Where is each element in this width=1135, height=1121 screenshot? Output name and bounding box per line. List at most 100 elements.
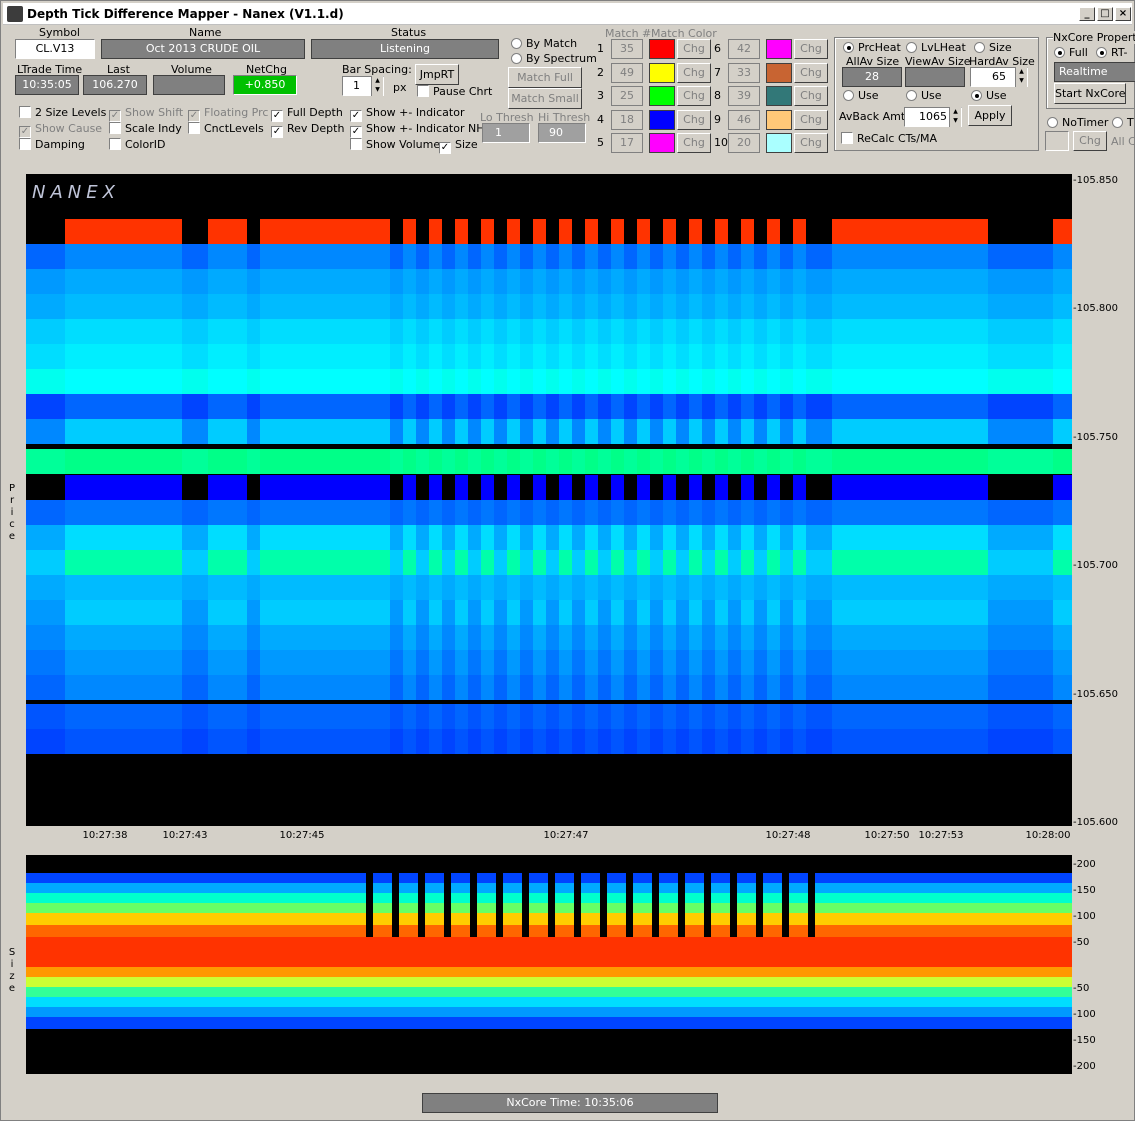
match-value-field[interactable]: 20 bbox=[728, 133, 760, 153]
heatmap-cell bbox=[1066, 475, 1072, 500]
heatmap-cell bbox=[715, 650, 728, 675]
nxcore-chg-button[interactable]: Chg bbox=[1073, 131, 1107, 151]
heatmap-cell bbox=[988, 294, 1001, 319]
heatmap-cell bbox=[741, 449, 754, 474]
heatmap-cell bbox=[598, 369, 611, 394]
maximize-button[interactable]: □ bbox=[1097, 7, 1113, 21]
match-value-field[interactable]: 35 bbox=[611, 39, 643, 59]
heatmap-cell bbox=[65, 675, 78, 700]
heatmap-cell bbox=[897, 294, 910, 319]
match-small-button[interactable]: Match Small bbox=[508, 88, 582, 109]
pause-chart-checkbox[interactable]: Pause Chrt bbox=[417, 85, 492, 98]
lvlheat-radio[interactable]: LvLHeat bbox=[906, 41, 966, 54]
symbol-input[interactable]: CL.V13 bbox=[15, 39, 95, 59]
size-checkbox[interactable]: ✓ Size bbox=[439, 138, 478, 154]
match-chg-button[interactable]: Chg bbox=[794, 62, 828, 83]
heatmap-cell bbox=[702, 319, 715, 344]
match-chg-button[interactable]: Chg bbox=[794, 133, 828, 153]
show-indicator-checkbox[interactable]: ✓ Show +- Indicator bbox=[350, 106, 464, 122]
heatmap-cell bbox=[468, 244, 481, 269]
show-indicator-nh-checkbox[interactable]: ✓ Show +- Indicator NH bbox=[350, 122, 484, 138]
lo-thresh-input[interactable]: 1 bbox=[482, 123, 530, 143]
heatmap-cell bbox=[1066, 575, 1072, 600]
size-area-chart[interactable] bbox=[26, 855, 1072, 1074]
minimize-button[interactable]: _ bbox=[1079, 7, 1095, 21]
match-chg-button[interactable]: Chg bbox=[794, 86, 828, 106]
heatmap-cell bbox=[39, 600, 52, 625]
heatmap-cell bbox=[546, 525, 559, 550]
allav-use-radio[interactable]: Use bbox=[843, 89, 879, 102]
show-volume-checkbox[interactable]: Show Volume bbox=[350, 138, 440, 151]
heatmap-cell bbox=[117, 525, 130, 550]
two-size-levels-checkbox[interactable]: 2 Size Levels bbox=[19, 106, 106, 119]
heatmap-cell bbox=[1040, 244, 1053, 269]
notimer-radio[interactable]: NoTimer bbox=[1047, 116, 1108, 129]
heatmap-cell bbox=[624, 625, 637, 650]
damping-checkbox[interactable]: Damping bbox=[19, 138, 85, 151]
match-chg-button[interactable]: Chg bbox=[677, 39, 711, 59]
show-cause-checkbox[interactable]: ✓ Show Cause bbox=[19, 122, 102, 138]
heatmap-cell bbox=[286, 419, 299, 444]
heatmap-cell bbox=[169, 500, 182, 525]
price-heatmap-chart[interactable]: NANEX bbox=[26, 174, 1072, 826]
rt-radio[interactable]: RT- bbox=[1096, 46, 1128, 59]
full-radio[interactable]: Full bbox=[1054, 46, 1088, 59]
heatmap-cell bbox=[260, 394, 273, 419]
heatmap-cell bbox=[650, 244, 663, 269]
match-value-field[interactable]: 25 bbox=[611, 86, 643, 106]
apply-button[interactable]: Apply bbox=[968, 105, 1012, 126]
match-value-field[interactable]: 18 bbox=[611, 109, 643, 130]
size-radio[interactable]: Size bbox=[974, 41, 1012, 54]
heatmap-cell bbox=[533, 550, 546, 575]
avback-spinner[interactable]: ▲ ▼ bbox=[949, 107, 961, 127]
match-value-field[interactable]: 49 bbox=[611, 62, 643, 83]
heatmap-cell bbox=[182, 729, 195, 754]
match-chg-button[interactable]: Chg bbox=[677, 86, 711, 106]
heatmap-cell bbox=[195, 319, 208, 344]
match-chg-button[interactable]: Chg bbox=[677, 109, 711, 130]
heatmap-cell bbox=[806, 475, 819, 500]
colorid-checkbox[interactable]: ColorID bbox=[109, 138, 165, 151]
hardav-use-radio[interactable]: Use bbox=[971, 89, 1007, 102]
heatmap-cell bbox=[507, 500, 520, 525]
match-chg-button[interactable]: Chg bbox=[677, 133, 711, 153]
show-shift-checkbox[interactable]: ✓ Show Shift bbox=[109, 106, 183, 122]
close-button[interactable]: × bbox=[1115, 7, 1131, 21]
prcheat-radio[interactable]: PrcHeat bbox=[843, 41, 901, 54]
viewav-use-radio[interactable]: Use bbox=[906, 89, 942, 102]
match-value-field[interactable]: 42 bbox=[728, 39, 760, 59]
rev-depth-checkbox[interactable]: ✓ Rev Depth bbox=[271, 122, 344, 138]
size-gap bbox=[444, 855, 451, 937]
match-value-field[interactable]: 17 bbox=[611, 133, 643, 153]
hardav-spinner[interactable]: ▲ ▼ bbox=[1015, 67, 1027, 87]
heatmap-cell bbox=[429, 219, 442, 244]
full-depth-checkbox[interactable]: ✓ Full Depth bbox=[271, 106, 343, 122]
by-spectrum-radio[interactable]: By Spectrum bbox=[511, 52, 597, 65]
cnctlevels-checkbox[interactable]: CnctLevels bbox=[188, 122, 264, 135]
heatmap-cell bbox=[234, 550, 247, 575]
scale-indy-checkbox[interactable]: Scale Indy bbox=[109, 122, 182, 135]
match-chg-button[interactable]: Chg bbox=[794, 109, 828, 130]
t-radio[interactable]: T bbox=[1112, 116, 1134, 129]
by-match-radio[interactable]: By Match bbox=[511, 37, 577, 50]
floating-prc-checkbox[interactable]: ✓ Floating Prc bbox=[188, 106, 268, 122]
match-chg-button[interactable]: Chg bbox=[677, 62, 711, 83]
heatmap-cell bbox=[1027, 475, 1040, 500]
heatmap-cell bbox=[637, 475, 650, 500]
match-value-field[interactable]: 46 bbox=[728, 109, 760, 130]
heatmap-cell bbox=[468, 394, 481, 419]
start-nxcore-button[interactable]: Start NxCore bbox=[1054, 83, 1126, 104]
match-value-field[interactable]: 39 bbox=[728, 86, 760, 106]
nxcore-mode-field[interactable]: Realtime bbox=[1054, 62, 1135, 82]
heatmap-cell bbox=[585, 575, 598, 600]
recalc-checkbox[interactable]: ReCalc CTs/MA bbox=[841, 132, 937, 145]
hi-thresh-input[interactable]: 90 bbox=[538, 123, 586, 143]
match-chg-button[interactable]: Chg bbox=[794, 39, 828, 59]
heatmap-cell bbox=[832, 369, 845, 394]
match-full-button[interactable]: Match Full bbox=[508, 67, 582, 88]
heatmap-cell bbox=[520, 729, 533, 754]
jmprt-button[interactable]: JmpRT bbox=[415, 64, 459, 85]
heatmap-cell bbox=[923, 344, 936, 369]
bar-spacing-spinner[interactable]: ▲ ▼ bbox=[371, 76, 383, 96]
match-value-field[interactable]: 33 bbox=[728, 62, 760, 83]
